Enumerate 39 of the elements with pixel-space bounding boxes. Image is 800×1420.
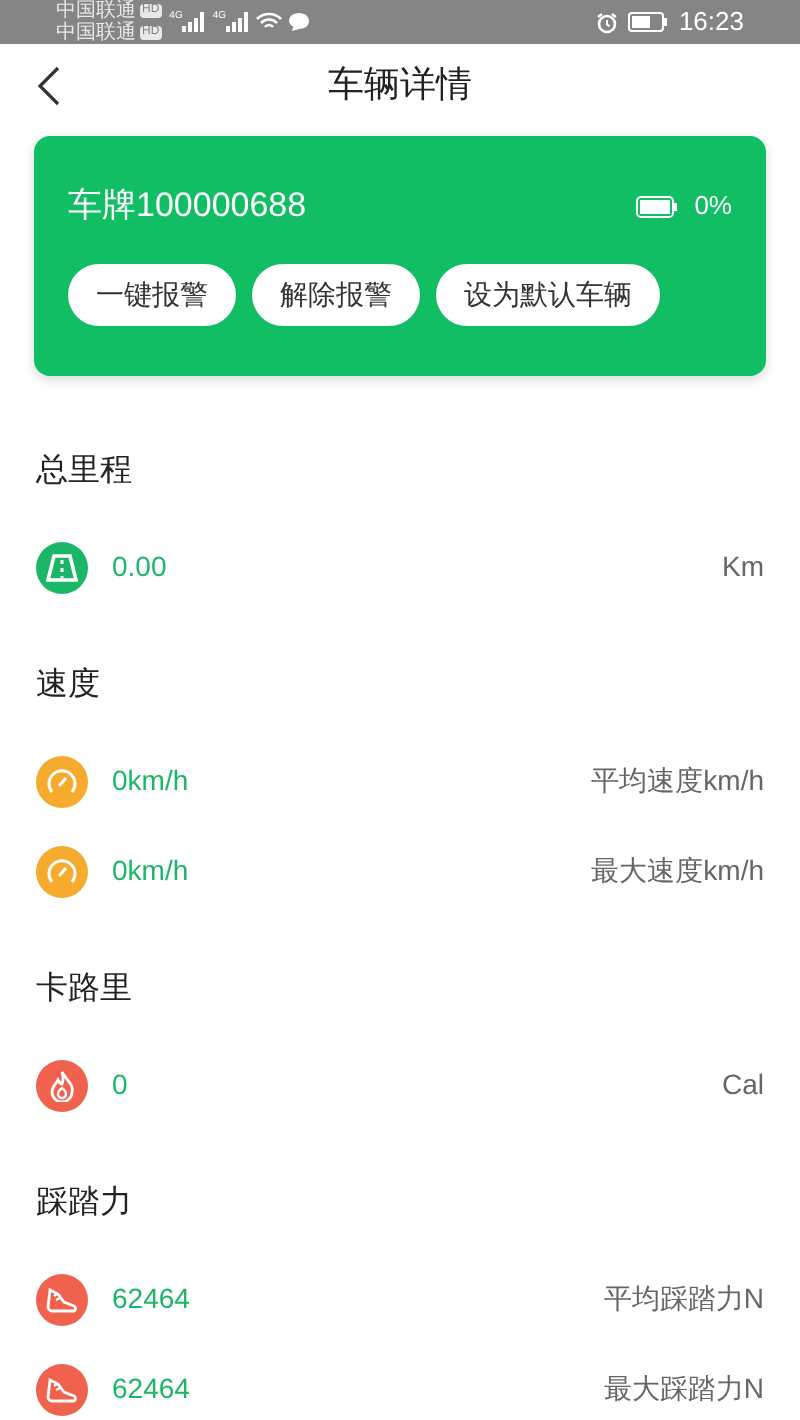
stat-unit: Km (722, 548, 764, 586)
signal-icon (182, 12, 207, 32)
stat-value: 0.00 (112, 548, 167, 586)
action-button[interactable]: 设为默认车辆 (436, 264, 660, 326)
stat-unit: 平均踩踏力N (603, 1280, 764, 1318)
action-button[interactable]: 解除报警 (252, 264, 420, 326)
stat-unit: 最大速度km/h (591, 852, 764, 890)
alarm-icon (596, 11, 619, 33)
gauge-icon (36, 755, 88, 807)
carrier-name: 中国联通 (56, 0, 136, 22)
section-title: 踩踏力 (34, 1183, 134, 1224)
shoe-icon (36, 1273, 88, 1325)
stat-value: 62464 (112, 1280, 190, 1318)
stat-value: 0 (112, 1066, 128, 1104)
gauge-icon (36, 845, 88, 897)
stat-value: 0km/h (112, 852, 189, 890)
chat-bubble-icon (288, 12, 311, 32)
stat-unit: Cal (721, 1066, 764, 1104)
stat-unit: 最大踩踏力N (603, 1370, 764, 1408)
stat-value: 0km/h (112, 762, 189, 800)
road-icon (36, 541, 88, 593)
section-title: 速度 (34, 665, 102, 706)
battery-percent: 0% (694, 188, 732, 225)
section-title: 总里程 (34, 452, 134, 492)
page-title: 车辆详情 (328, 61, 472, 107)
plate-number: 车牌100000688 (68, 184, 307, 229)
stat-value: 62464 (112, 1370, 190, 1408)
battery-icon (636, 195, 679, 217)
battery-status-icon (628, 12, 669, 32)
flame-icon (36, 1059, 88, 1111)
signal-icon (226, 12, 251, 32)
clock-time: 16:23 (678, 4, 744, 41)
action-button[interactable]: 一键报警 (68, 264, 236, 326)
stat-unit: 平均速度km/h (591, 762, 764, 800)
section-title: 卡路里 (34, 969, 134, 1010)
wifi-icon (256, 12, 283, 32)
carrier-name: 中国联通 (56, 22, 136, 44)
shoe-icon (36, 1363, 88, 1415)
back-icon (36, 66, 60, 106)
